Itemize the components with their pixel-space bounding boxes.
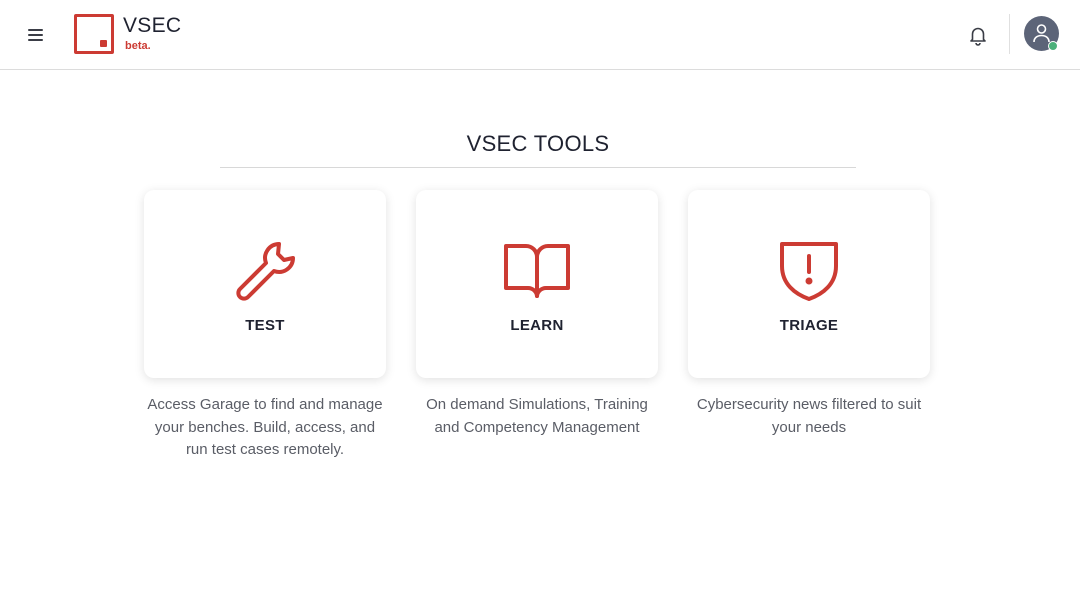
title-divider bbox=[220, 167, 856, 168]
logo-icon[interactable] bbox=[74, 14, 114, 54]
tool-description: On demand Simulations, Training and Comp… bbox=[426, 396, 648, 436]
beta-badge: beta. bbox=[125, 40, 151, 52]
tool-description: Access Garage to find and manage your be… bbox=[147, 396, 383, 458]
notification-bell-icon[interactable] bbox=[966, 23, 990, 47]
top-bar: VSEC beta. bbox=[0, 0, 1080, 70]
page-title: VSEC TOOLS bbox=[466, 131, 610, 156]
menu-icon[interactable] bbox=[25, 24, 49, 46]
tool-card-label: TRIAGE bbox=[779, 317, 839, 334]
brand-name: VSEC bbox=[123, 14, 182, 37]
online-status-dot bbox=[1048, 41, 1058, 51]
tool-card-label: LEARN bbox=[510, 317, 564, 334]
shield-alert-icon bbox=[779, 240, 839, 307]
header-divider bbox=[1009, 14, 1010, 54]
tool-card-label: TEST bbox=[245, 317, 285, 334]
logo-dot bbox=[100, 40, 107, 47]
tool-card-triage[interactable]: TRIAGE bbox=[688, 190, 930, 378]
tool-card-test[interactable]: TEST bbox=[144, 190, 386, 378]
wrench-icon bbox=[233, 240, 297, 309]
book-icon bbox=[503, 240, 571, 307]
tool-description: Cybersecurity news filtered to suit your… bbox=[696, 396, 922, 436]
tool-card-learn[interactable]: LEARN bbox=[416, 190, 658, 378]
